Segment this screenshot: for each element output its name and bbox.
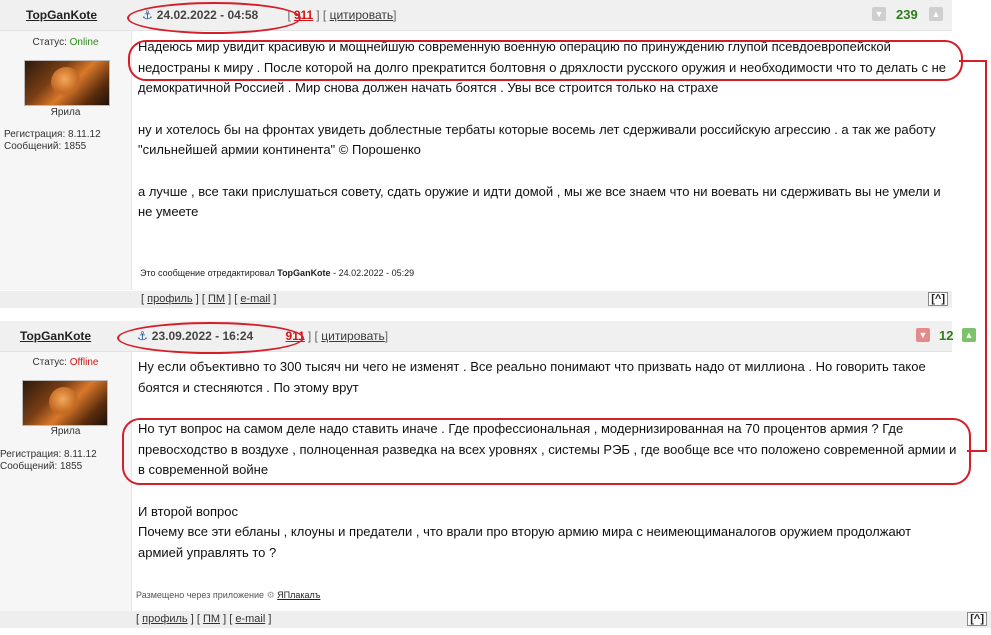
status-offline: Offline (69, 357, 99, 368)
pm-link[interactable]: ПМ (203, 613, 220, 625)
status-online: Online (69, 37, 99, 48)
profile-link[interactable]: профиль (142, 613, 188, 625)
registration-date: Регистрация: 8.11.12 (4, 129, 101, 140)
text-highlight-box (122, 418, 971, 485)
post-paragraph: Ну если объективно то 300 тысяч ни чего … (138, 359, 926, 395)
user-sidebar: Статус: Online Ярила Регистрация: 8.11.1… (0, 31, 132, 290)
user-title: Ярила (50, 107, 81, 118)
user-status: Статус: Online (32, 37, 99, 48)
email-link[interactable]: e-mail (240, 293, 270, 305)
text-highlight-box (128, 40, 963, 81)
connector-line (967, 450, 987, 452)
date-highlight-oval (127, 2, 301, 34)
post-paragraph: ну и хотелось бы на фронтах увидеть добл… (138, 121, 936, 158)
edited-note: Это сообщение отредактировал TopGanKote … (140, 268, 415, 278)
registration-date: Регистрация: 8.11.12 (0, 449, 97, 460)
android-icon: ⚙ (266, 590, 275, 600)
app-link[interactable]: ЯПлакалъ (277, 590, 320, 600)
scroll-top-button[interactable]: [^] (967, 612, 987, 626)
post-paragraph: а лучше , все таки прислушаться совету, … (138, 183, 941, 220)
author-link[interactable]: TopGanKote (20, 329, 91, 343)
connector-line (985, 60, 987, 452)
avatar[interactable] (22, 380, 108, 426)
quote-link[interactable]: цитировать (330, 8, 394, 22)
user-title: Ярила (50, 426, 81, 437)
rating-value: 12 (939, 328, 954, 343)
upvote-icon[interactable]: ▲ (962, 328, 976, 342)
quote-link[interactable]: цитировать (321, 329, 385, 343)
user-sidebar: Статус: Offline Ярила Регистрация: 8.11.… (0, 352, 132, 611)
user-status: Статус: Offline (32, 357, 99, 368)
post-footer: [ профиль ] [ ПМ ] [ e-mail ] [^] (0, 611, 991, 628)
connector-line (959, 60, 987, 62)
avatar[interactable] (24, 60, 110, 106)
author-link[interactable]: TopGanKote (26, 8, 97, 22)
messages-count: Сообщений: 1855 (0, 461, 83, 472)
messages-count: Сообщений: 1855 (4, 141, 87, 152)
email-link[interactable]: e-mail (235, 613, 265, 625)
rating-value: 239 (896, 7, 918, 22)
posted-via-note: Размещено через приложение ⚙ ЯПлакалъ (136, 590, 321, 600)
post-paragraph: И второй вопрос Почему все эти ебланы , … (138, 503, 912, 560)
date-highlight-oval (117, 322, 304, 354)
pm-link[interactable]: ПМ (208, 293, 225, 305)
upvote-icon[interactable]: ▲ (929, 7, 943, 21)
downvote-icon[interactable]: ▼ (872, 7, 886, 21)
scroll-top-button[interactable]: [^] (928, 292, 948, 306)
downvote-icon[interactable]: ▼ (916, 328, 930, 342)
profile-link[interactable]: профиль (147, 293, 193, 305)
edited-author[interactable]: TopGanKote (277, 268, 330, 278)
post-footer: [ профиль ] [ ПМ ] [ e-mail ] [^] (0, 291, 952, 308)
